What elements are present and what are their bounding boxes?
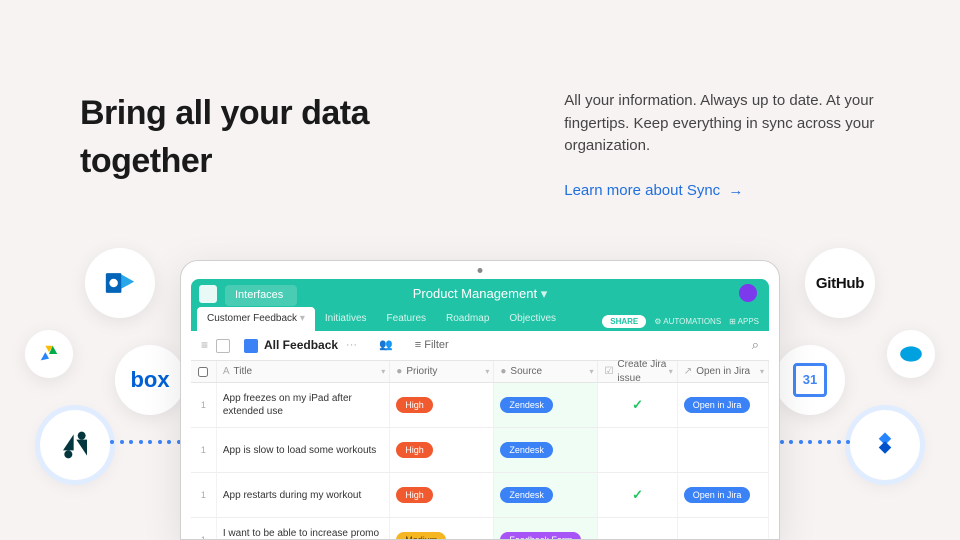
tab-roadmap[interactable]: Roadmap [436,307,499,331]
cell-open-jira[interactable]: Open in Jira [678,383,769,427]
share-button[interactable]: SHARE [602,315,646,328]
google-drive-icon [38,343,60,365]
row-index: 1 [191,428,217,472]
avatar[interactable] [739,284,757,302]
box-bubble: box [115,345,185,415]
view-name[interactable]: All Feedback [264,337,338,354]
check-icon: ✓ [632,396,643,414]
learn-more-link[interactable]: Learn more about Sync → [564,180,743,201]
table-row[interactable]: 1App restarts during my workoutHighZende… [191,473,769,518]
jira-icon [870,430,900,460]
cell-title[interactable]: App restarts during my workout [217,473,390,517]
arrow-icon: → [728,182,743,199]
app-topbar: Interfaces Product Management ▾ Customer… [191,279,769,331]
outlook-icon [103,266,137,300]
cell-title[interactable]: App freezes on my iPad after extended us… [217,383,390,427]
row-index: 1 [191,473,217,517]
apps-button[interactable]: ⊞ APPS [729,316,759,327]
cell-source[interactable]: Zendesk [494,383,598,427]
drive-bubble [25,330,73,378]
sidebar-toggle-icon[interactable] [216,339,230,353]
google-calendar-icon: 31 [793,363,827,397]
outlook-bubble [85,248,155,318]
salesforce-bubble [887,330,935,378]
cell-open-jira[interactable] [678,518,769,539]
cell-priority[interactable]: High [390,428,494,472]
zendesk-bubble [40,410,110,480]
tab-features[interactable]: Features [377,307,436,331]
cell-create-jira[interactable] [598,518,677,539]
table-tabs: Customer Feedback ▾InitiativesFeaturesRo… [197,307,566,331]
cell-source[interactable]: Zendesk [494,473,598,517]
tab-customer-feedback[interactable]: Customer Feedback ▾ [197,307,315,331]
cell-title[interactable]: App is slow to load some workouts [217,428,390,472]
github-icon: GitHub [816,273,864,294]
cell-source[interactable]: Zendesk [494,428,598,472]
cell-open-jira[interactable] [678,428,769,472]
laptop-frame: Interfaces Product Management ▾ Customer… [180,260,780,540]
cell-priority[interactable]: High [390,473,494,517]
column-title[interactable]: ATitle▾ [217,361,390,382]
select-all-checkbox[interactable] [198,367,208,377]
search-icon[interactable]: ⌕ [752,336,759,354]
salesforce-icon [898,341,924,367]
row-index: 1 [191,383,217,427]
table-row[interactable]: 1App is slow to load some workoutsHighZe… [191,428,769,473]
column-source[interactable]: ●Source▾ [494,361,598,382]
grid-view-icon[interactable] [244,339,258,353]
tab-initiatives[interactable]: Initiatives [315,307,377,331]
hero-body: All your information. Always up to date.… [564,90,880,158]
cell-create-jira[interactable]: ✓ [598,383,677,427]
menu-icon[interactable]: ≡ [201,337,208,354]
cell-open-jira[interactable]: Open in Jira [678,473,769,517]
base-title[interactable]: Product Management ▾ [191,285,769,303]
jira-bubble [850,410,920,480]
hero-headline: Bring all your data together [80,90,504,185]
filter-button[interactable]: ≡ Filter [415,338,449,353]
automations-button[interactable]: ⚙ AUTOMATIONS [654,316,721,327]
column-checkbox[interactable] [191,361,217,382]
box-icon: box [130,365,169,396]
github-bubble: GitHub [805,248,875,318]
check-icon: ✓ [632,486,643,504]
cell-title[interactable]: I want to be able to increase promo code… [217,518,390,539]
cell-source[interactable]: Feedback Form [494,518,598,539]
view-more-icon[interactable]: ··· [346,338,357,353]
zendesk-icon [59,429,91,461]
open-in-jira-button[interactable]: Open in Jira [684,397,751,414]
view-bar: ≡ All Feedback ··· 👥 ≡ Filter ⌕ [191,331,769,361]
column-open[interactable]: ↗Open in Jira▾ [678,361,769,382]
cell-create-jira[interactable]: ✓ [598,473,677,517]
gcal-bubble: 31 [775,345,845,415]
row-index: 1 [191,518,217,539]
table-row[interactable]: 1I want to be able to increase promo cod… [191,518,769,539]
people-icon[interactable]: 👥 [379,338,393,353]
table-row[interactable]: 1App freezes on my iPad after extended u… [191,383,769,428]
cell-create-jira[interactable] [598,428,677,472]
cell-priority[interactable]: Medium [390,518,494,539]
column-jira[interactable]: ☑Create Jira issue▾ [598,361,677,382]
connection-dots-left [110,440,190,442]
column-priority[interactable]: ●Priority▾ [390,361,494,382]
column-headers: ATitle▾●Priority▾●Source▾☑Create Jira is… [191,361,769,383]
tab-objectives[interactable]: Objectives [499,307,566,331]
table-body: 1App freezes on my iPad after extended u… [191,383,769,539]
connection-dots-right [770,440,850,442]
cell-priority[interactable]: High [390,383,494,427]
open-in-jira-button[interactable]: Open in Jira [684,487,751,504]
link-label: Learn more about Sync [564,182,720,199]
